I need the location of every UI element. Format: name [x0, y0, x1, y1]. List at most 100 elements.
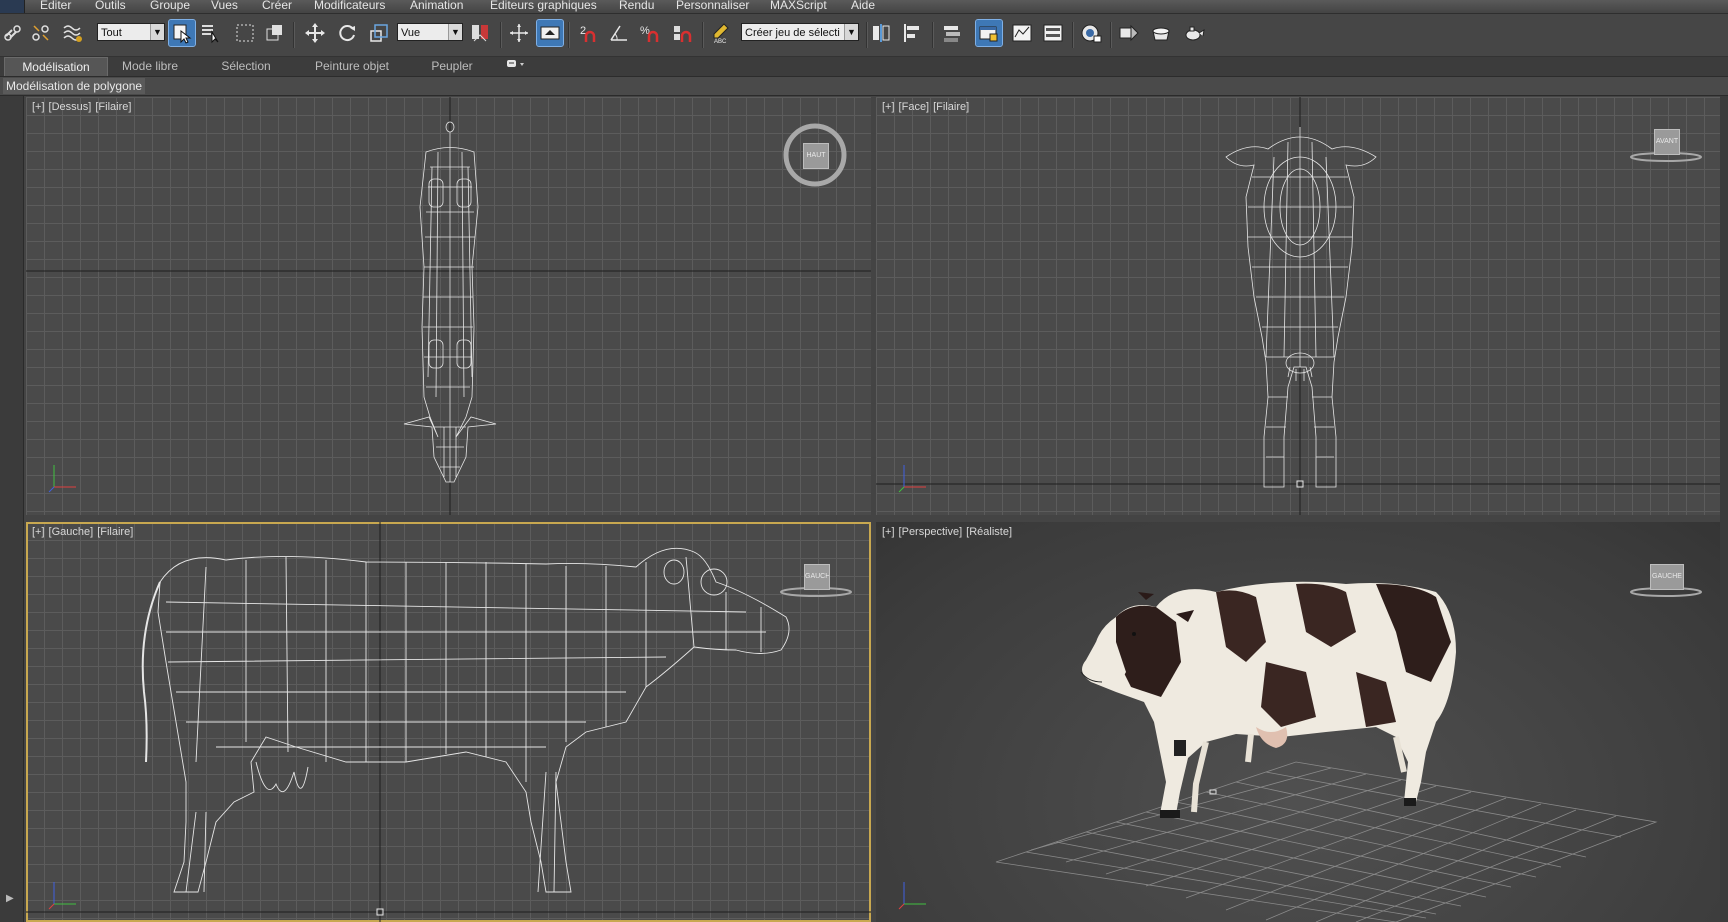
- front-view-scene: [876, 97, 1720, 515]
- menu-aide[interactable]: Aide: [851, 0, 875, 12]
- viewport-left[interactable]: [+] [Gauche][Filaire] GAUCHE: [26, 522, 871, 922]
- tab-peupler[interactable]: Peupler: [420, 57, 484, 76]
- menu-animation[interactable]: Animation: [410, 0, 463, 12]
- svg-text:ABC: ABC: [714, 39, 727, 44]
- viewport-point-of-view[interactable]: [Dessus]: [49, 101, 92, 113]
- select-and-manipulate-icon[interactable]: [506, 20, 532, 46]
- cow-realistic: [1080, 581, 1456, 818]
- curve-editor-icon[interactable]: [1040, 20, 1066, 46]
- top-view-scene: [26, 97, 871, 515]
- viewport-menu-plus[interactable]: [+]: [882, 526, 895, 538]
- left-side-strip: ▶: [0, 96, 24, 922]
- tab-peinture-objet[interactable]: Peinture objet: [302, 57, 402, 76]
- viewport-front[interactable]: [+] [Face] [Filaire] AVANT: [876, 97, 1720, 515]
- move-icon[interactable]: [302, 20, 328, 46]
- menu-bar: Editer Outils Groupe Vues Créer Modifica…: [0, 0, 1728, 14]
- viewport-shading-mode[interactable]: [Filaire]: [97, 526, 133, 538]
- edit-named-sets-icon[interactable]: ABC: [708, 20, 734, 46]
- percent-snap-icon[interactable]: %: [637, 20, 663, 46]
- menu-vues[interactable]: Vues: [211, 0, 238, 12]
- viewport-top[interactable]: [+] [Dessus] [Filaire] HAUT: [26, 97, 871, 515]
- viewcube-face[interactable]: AVANT: [1654, 129, 1680, 155]
- chevron-down-icon: ▼: [448, 24, 462, 40]
- spinner-snap-icon[interactable]: [670, 20, 696, 46]
- select-by-name-icon[interactable]: [198, 20, 224, 46]
- material-editor-icon[interactable]: [1116, 20, 1142, 46]
- viewcube[interactable]: AVANT: [1628, 127, 1704, 163]
- right-side-strip: [1720, 96, 1728, 922]
- tab-selection[interactable]: Sélection: [210, 57, 282, 76]
- viewport-perspective-label[interactable]: [+] [Perspective] [Réaliste]: [882, 526, 1016, 538]
- snap-2d-icon[interactable]: 2: [576, 20, 602, 46]
- perspective-grid: [995, 761, 1658, 922]
- viewcube[interactable]: GAUCHE: [1628, 562, 1704, 598]
- toggle-scene-explorer-icon[interactable]: [939, 20, 965, 46]
- viewport-point-of-view[interactable]: [Face]: [899, 101, 930, 113]
- viewport-point-of-view[interactable]: [Gauche]: [49, 526, 94, 538]
- viewcube-face[interactable]: GAUCHE: [1650, 564, 1684, 590]
- cow-wireframe-top: [403, 121, 497, 483]
- toolbar-separator: [932, 22, 934, 48]
- perspective-view-scene: [995, 581, 1658, 922]
- selection-filter-value: Tout: [101, 27, 122, 39]
- viewport-shading-mode[interactable]: [Filaire]: [95, 101, 131, 113]
- viewport-front-label[interactable]: [+] [Face] [Filaire]: [882, 101, 973, 113]
- cow-wireframe-side: [141, 547, 790, 893]
- named-selection-placeholder: Créer jeu de sélecti: [745, 27, 840, 39]
- menu-maxscript[interactable]: MAXScript: [770, 0, 827, 12]
- viewport-perspective[interactable]: [+] [Perspective] [Réaliste] GAUCHE: [876, 522, 1720, 922]
- align-icon[interactable]: [900, 20, 926, 46]
- angle-snap-icon[interactable]: [606, 20, 632, 46]
- axis-tripod-icon: [48, 882, 76, 910]
- tab-mode-libre[interactable]: Mode libre: [110, 57, 190, 76]
- selection-filter-dropdown[interactable]: Tout ▼: [97, 23, 165, 41]
- menu-rendu[interactable]: Rendu: [619, 0, 654, 12]
- scale-icon[interactable]: [366, 20, 392, 46]
- viewport-menu-plus[interactable]: [+]: [882, 101, 895, 113]
- chevron-down-icon: ▼: [150, 24, 164, 40]
- axis-tripod-icon: [898, 465, 926, 493]
- viewport-menu-plus[interactable]: [+]: [32, 526, 45, 538]
- menu-creer[interactable]: Créer: [262, 0, 292, 12]
- bind-space-warp-icon[interactable]: [60, 20, 86, 46]
- viewport-left-label[interactable]: [+] [Gauche] [Filaire]: [32, 526, 137, 538]
- pivot-center-icon[interactable]: [467, 20, 493, 46]
- tab-modelisation[interactable]: Modélisation: [4, 57, 108, 76]
- menu-modificateurs[interactable]: Modificateurs: [314, 0, 385, 12]
- graphite-ribbon-icon[interactable]: [1009, 20, 1035, 46]
- named-selection-dropdown[interactable]: Créer jeu de sélecti ▼: [741, 23, 859, 41]
- layer-manager-icon[interactable]: [975, 19, 1003, 47]
- menu-editer[interactable]: Editer: [40, 0, 71, 12]
- menu-personnaliser[interactable]: Personnaliser: [676, 0, 749, 12]
- viewport-top-label[interactable]: [+] [Dessus] [Filaire]: [32, 101, 135, 113]
- rotate-icon[interactable]: [334, 20, 360, 46]
- viewport-shading-mode[interactable]: [Filaire]: [933, 101, 969, 113]
- menu-editeurs-graphiques[interactable]: Editeurs graphiques: [490, 0, 597, 12]
- mirror-icon[interactable]: [868, 20, 894, 46]
- keyboard-shortcut-override-icon[interactable]: [536, 19, 564, 47]
- rect-selection-region-icon[interactable]: [232, 20, 258, 46]
- menu-groupe[interactable]: Groupe: [150, 0, 190, 12]
- select-object-icon[interactable]: [168, 19, 196, 47]
- unlink-icon[interactable]: [28, 20, 54, 46]
- viewcube[interactable]: GAUCHE: [778, 562, 854, 598]
- link-icon[interactable]: [0, 20, 26, 46]
- reference-coordinate-dropdown[interactable]: Vue ▼: [397, 23, 463, 41]
- render-production-icon[interactable]: [1181, 20, 1207, 46]
- polygon-modeling-label[interactable]: Modélisation de polygone: [3, 78, 146, 94]
- viewport-shading-mode[interactable]: [Réaliste]: [966, 526, 1012, 538]
- schematic-view-icon[interactable]: [1078, 20, 1104, 46]
- viewcube-face[interactable]: HAUT: [803, 143, 829, 169]
- menu-outils[interactable]: Outils: [95, 0, 126, 12]
- viewport-menu-plus[interactable]: [+]: [32, 101, 45, 113]
- render-setup-icon[interactable]: [1148, 20, 1174, 46]
- expand-arrow-icon[interactable]: ▶: [6, 893, 14, 904]
- viewport-point-of-view[interactable]: [Perspective]: [899, 526, 963, 538]
- viewcube-face[interactable]: GAUCHE: [804, 564, 830, 590]
- ribbon-options-icon[interactable]: [502, 57, 532, 76]
- toolbar-separator: [293, 22, 295, 48]
- left-view-scene: [26, 522, 871, 922]
- app-menu-icon[interactable]: [0, 0, 25, 13]
- viewcube[interactable]: HAUT: [782, 122, 848, 188]
- window-crossing-icon[interactable]: [262, 20, 288, 46]
